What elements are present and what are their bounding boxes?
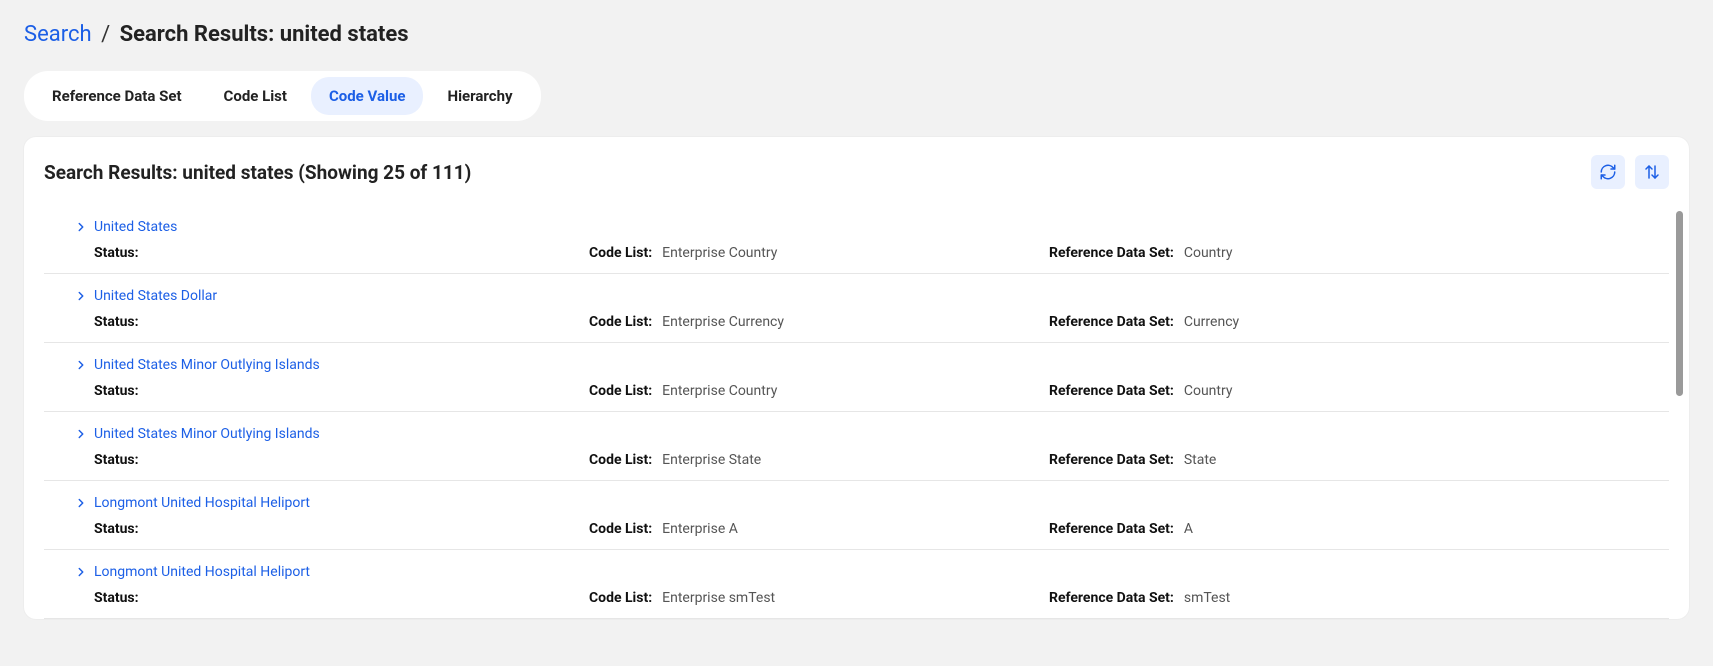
sort-icon bbox=[1643, 163, 1661, 181]
status-label: Status: bbox=[94, 314, 139, 330]
result-item: United States Minor Outlying Islands Stat… bbox=[44, 412, 1669, 481]
codelist-label: Code List: bbox=[589, 245, 652, 261]
meta-status: Status: bbox=[94, 452, 589, 468]
meta-refset: Reference Data Set: A bbox=[1049, 521, 1669, 537]
panel-actions bbox=[1591, 155, 1669, 189]
result-title-link[interactable]: Longmont United Hospital Heliport bbox=[94, 564, 310, 580]
refset-value: Country bbox=[1184, 245, 1233, 261]
expand-chevron-icon[interactable] bbox=[74, 565, 88, 579]
breadcrumb-separator: / bbox=[101, 22, 110, 47]
meta-refset: Reference Data Set: smTest bbox=[1049, 590, 1669, 606]
results-panel: Search Results: united states (Showing 2… bbox=[24, 137, 1689, 619]
result-title-link[interactable]: Longmont United Hospital Heliport bbox=[94, 495, 310, 511]
meta-refset: Reference Data Set: Country bbox=[1049, 383, 1669, 399]
meta-codelist: Code List: Enterprise State bbox=[589, 452, 1049, 468]
refset-label: Reference Data Set: bbox=[1049, 452, 1174, 468]
status-label: Status: bbox=[94, 521, 139, 537]
meta-refset: Reference Data Set: Currency bbox=[1049, 314, 1669, 330]
result-meta: Status: Code List: Enterprise A Reference D… bbox=[74, 521, 1669, 537]
codelist-value: Enterprise Currency bbox=[662, 314, 784, 330]
meta-status: Status: bbox=[94, 590, 589, 606]
tabs-bar: Reference Data SetCode ListCode ValueHie… bbox=[24, 71, 541, 121]
meta-refset: Reference Data Set: Country bbox=[1049, 245, 1669, 261]
status-label: Status: bbox=[94, 245, 139, 261]
expand-chevron-icon[interactable] bbox=[74, 358, 88, 372]
result-title-row: United States Dollar bbox=[74, 288, 1669, 304]
codelist-label: Code List: bbox=[589, 452, 652, 468]
result-title-link[interactable]: United States bbox=[94, 219, 177, 235]
meta-refset: Reference Data Set: State bbox=[1049, 452, 1669, 468]
sort-button[interactable] bbox=[1635, 155, 1669, 189]
result-title-row: Longmont United Hospital Heliport bbox=[74, 495, 1669, 511]
result-title-link[interactable]: United States Dollar bbox=[94, 288, 217, 304]
refset-label: Reference Data Set: bbox=[1049, 314, 1174, 330]
meta-status: Status: bbox=[94, 521, 589, 537]
result-item: United States Dollar Status: Code List: Ent… bbox=[44, 274, 1669, 343]
breadcrumb: Search / Search Results: united states bbox=[24, 22, 1689, 47]
meta-codelist: Code List: Enterprise Currency bbox=[589, 314, 1049, 330]
refset-label: Reference Data Set: bbox=[1049, 521, 1174, 537]
refset-value: Country bbox=[1184, 383, 1233, 399]
result-title-row: Longmont United Hospital Heliport bbox=[74, 564, 1669, 580]
refset-value: Currency bbox=[1184, 314, 1239, 330]
meta-status: Status: bbox=[94, 245, 589, 261]
expand-chevron-icon[interactable] bbox=[74, 496, 88, 510]
result-item: Longmont United Hospital Heliport Status:… bbox=[44, 550, 1669, 619]
meta-codelist: Code List: Enterprise smTest bbox=[589, 590, 1049, 606]
scrollbar-thumb[interactable] bbox=[1676, 211, 1683, 396]
tab-code-value[interactable]: Code Value bbox=[311, 77, 424, 115]
result-meta: Status: Code List: Enterprise smTest Refere… bbox=[74, 590, 1669, 606]
codelist-value: Enterprise State bbox=[662, 452, 761, 468]
result-meta: Status: Code List: Enterprise State Referen… bbox=[74, 452, 1669, 468]
codelist-label: Code List: bbox=[589, 590, 652, 606]
result-meta: Status: Code List: Enterprise Country Refer… bbox=[74, 383, 1669, 399]
results-list: United States Status: Code List: Enterprise… bbox=[44, 205, 1669, 619]
codelist-value: Enterprise A bbox=[662, 521, 738, 537]
codelist-value: Enterprise Country bbox=[662, 245, 777, 261]
refset-label: Reference Data Set: bbox=[1049, 590, 1174, 606]
result-meta: Status: Code List: Enterprise Country Refer… bbox=[74, 245, 1669, 261]
meta-status: Status: bbox=[94, 383, 589, 399]
codelist-value: Enterprise Country bbox=[662, 383, 777, 399]
result-item: United States Status: Code List: Enterprise… bbox=[44, 205, 1669, 274]
meta-codelist: Code List: Enterprise A bbox=[589, 521, 1049, 537]
result-title-link[interactable]: United States Minor Outlying Islands bbox=[94, 357, 320, 373]
refset-value: State bbox=[1184, 452, 1217, 468]
result-item: United States Minor Outlying Islands Stat… bbox=[44, 343, 1669, 412]
breadcrumb-root-link[interactable]: Search bbox=[24, 22, 92, 47]
result-title-link[interactable]: United States Minor Outlying Islands bbox=[94, 426, 320, 442]
meta-codelist: Code List: Enterprise Country bbox=[589, 245, 1049, 261]
refresh-icon bbox=[1599, 163, 1617, 181]
panel-title: Search Results: united states (Showing 2… bbox=[44, 161, 471, 184]
status-label: Status: bbox=[94, 383, 139, 399]
refset-value: smTest bbox=[1184, 590, 1230, 606]
refset-value: A bbox=[1184, 521, 1193, 537]
codelist-label: Code List: bbox=[589, 314, 652, 330]
tab-reference-data-set[interactable]: Reference Data Set bbox=[34, 77, 200, 115]
result-title-row: United States bbox=[74, 219, 1669, 235]
refset-label: Reference Data Set: bbox=[1049, 245, 1174, 261]
status-label: Status: bbox=[94, 590, 139, 606]
tab-hierarchy[interactable]: Hierarchy bbox=[429, 77, 530, 115]
codelist-value: Enterprise smTest bbox=[662, 590, 775, 606]
codelist-label: Code List: bbox=[589, 521, 652, 537]
status-label: Status: bbox=[94, 452, 139, 468]
refresh-button[interactable] bbox=[1591, 155, 1625, 189]
expand-chevron-icon[interactable] bbox=[74, 220, 88, 234]
expand-chevron-icon[interactable] bbox=[74, 289, 88, 303]
result-meta: Status: Code List: Enterprise Currency Refe… bbox=[74, 314, 1669, 330]
panel-header: Search Results: united states (Showing 2… bbox=[44, 155, 1669, 189]
result-item: Longmont United Hospital Heliport Status:… bbox=[44, 481, 1669, 550]
meta-status: Status: bbox=[94, 314, 589, 330]
breadcrumb-current: Search Results: united states bbox=[120, 22, 409, 47]
meta-codelist: Code List: Enterprise Country bbox=[589, 383, 1049, 399]
result-title-row: United States Minor Outlying Islands bbox=[74, 426, 1669, 442]
tab-code-list[interactable]: Code List bbox=[206, 77, 305, 115]
expand-chevron-icon[interactable] bbox=[74, 427, 88, 441]
result-title-row: United States Minor Outlying Islands bbox=[74, 357, 1669, 373]
codelist-label: Code List: bbox=[589, 383, 652, 399]
refset-label: Reference Data Set: bbox=[1049, 383, 1174, 399]
